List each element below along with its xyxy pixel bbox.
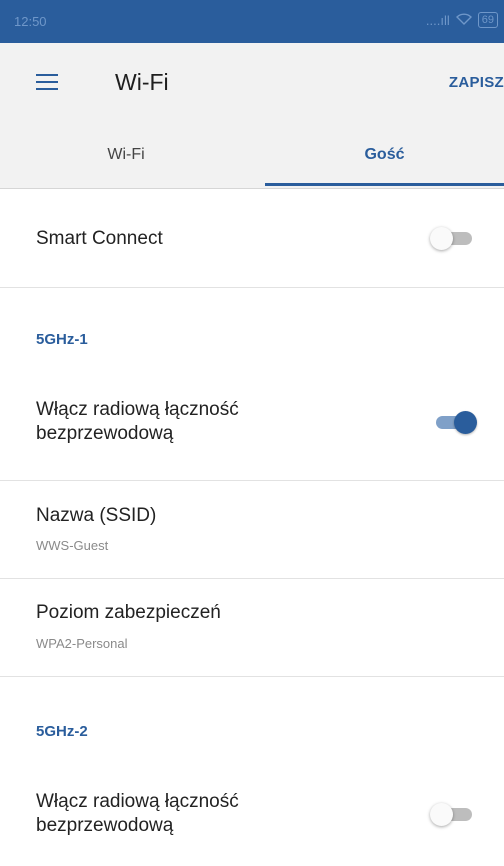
band1-radio-label-line1: Włącz radiową łączność (36, 399, 239, 420)
save-button[interactable]: ZAPISZ (449, 74, 504, 91)
band2-radio-label-line1: Włącz radiową łączność (36, 791, 239, 812)
status-icons: ....ıll 69 (426, 12, 498, 28)
status-bar: 12:50 ....ıll 69 (0, 0, 504, 43)
band1-ssid-label: Nazwa (SSID) (36, 505, 157, 526)
active-tab-indicator (265, 183, 504, 186)
band1-security-value: WPA2-Personal (36, 636, 128, 651)
band2-radio-toggle[interactable] (430, 801, 478, 827)
page-title: Wi-Fi (115, 69, 169, 95)
tab-wifi[interactable]: Wi-Fi (0, 121, 252, 188)
status-time: 12:50 (14, 14, 47, 29)
band1-ssid-value: WWS-Guest (36, 538, 109, 553)
smart-connect-toggle[interactable] (430, 225, 478, 251)
section-header-5ghz-1: 5GHz-1 (36, 331, 88, 348)
app-bar: Wi-Fi ZAPISZ (0, 43, 504, 121)
band2-radio-row[interactable]: Włącz radiową łączność bezprzewodową (0, 765, 504, 866)
band1-radio-row[interactable]: Włącz radiową łączność bezprzewodową (0, 370, 504, 481)
smart-connect-label: Smart Connect (36, 228, 163, 249)
tab-bar: Wi-Fi Gość (0, 121, 504, 189)
smart-connect-row[interactable]: Smart Connect (0, 188, 504, 288)
band1-security-row[interactable]: Poziom zabezpieczeń WPA2-Personal (0, 578, 504, 677)
band1-radio-toggle[interactable] (430, 409, 478, 435)
section-header-5ghz-2: 5GHz-2 (36, 723, 88, 740)
band2-radio-label: Włącz radiową łączność bezprzewodową (36, 790, 239, 838)
band1-ssid-row[interactable]: Nazwa (SSID) WWS-Guest (0, 480, 504, 579)
toggle-thumb (454, 411, 477, 434)
toggle-thumb (430, 803, 453, 826)
band1-radio-label: Włącz radiową łączność bezprzewodową (36, 398, 239, 446)
signal-icon: ....ıll (425, 12, 450, 28)
tab-guest[interactable]: Gość (265, 121, 504, 188)
band1-security-label: Poziom zabezpieczeń (36, 602, 221, 623)
band1-radio-label-line2: bezprzewodową (36, 423, 174, 444)
battery-icon: 69 (477, 12, 498, 28)
band2-radio-label-line2: bezprzewodową (36, 815, 174, 836)
hamburger-menu-icon[interactable] (36, 74, 58, 90)
toggle-thumb (430, 227, 453, 250)
wifi-icon (455, 12, 472, 28)
